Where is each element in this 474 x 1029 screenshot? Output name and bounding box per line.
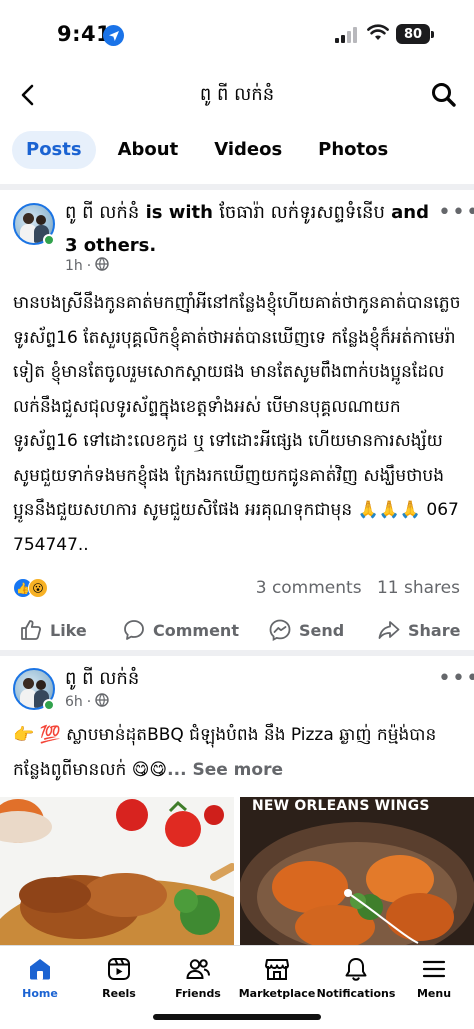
post-text: មានបងស្រីនឹងកូនគាត់មកញ៉ាំអីនៅកន្លែងខ្ញុំ… bbox=[13, 293, 461, 555]
share-button[interactable]: Share bbox=[377, 618, 460, 642]
comment-label: Comment bbox=[153, 620, 239, 640]
tab-photos[interactable]: Photos bbox=[304, 131, 402, 169]
share-arrow-icon bbox=[378, 621, 400, 639]
marketplace-icon bbox=[265, 959, 289, 980]
nav-home-label: Home bbox=[22, 987, 58, 1000]
photo-bbq-wings[interactable] bbox=[0, 797, 234, 947]
wow-reaction-icon: 😮 bbox=[28, 578, 48, 598]
more-options-icon[interactable]: ••• bbox=[438, 666, 474, 691]
friends-icon bbox=[186, 959, 210, 979]
bell-icon bbox=[345, 958, 367, 981]
nav-friends-label: Friends bbox=[175, 987, 221, 1000]
post-text: 👉 💯 ស្លាបមាន់ដុតBBQ ជំឡុងបំពង នឹង Pizza … bbox=[13, 718, 465, 787]
tab-about[interactable]: About bbox=[104, 131, 193, 169]
post-meta: 6h · bbox=[65, 693, 109, 711]
nav-reels-label: Reels bbox=[102, 987, 136, 1000]
meta-separator: · bbox=[86, 258, 92, 274]
section-divider bbox=[0, 650, 474, 656]
battery-icon: 80 bbox=[396, 24, 434, 44]
home-indicator[interactable] bbox=[153, 1014, 321, 1020]
comment-bubble-icon bbox=[124, 620, 144, 640]
send-button[interactable]: Send bbox=[268, 618, 344, 642]
share-label: Share bbox=[408, 620, 461, 640]
send-label: Send bbox=[299, 620, 345, 640]
menu-icon bbox=[422, 960, 446, 978]
profile-tabs: Posts About Videos Photos bbox=[12, 130, 410, 170]
photo-new-orleans-wings[interactable]: NEW ORLEANS WINGS bbox=[240, 797, 474, 947]
post-author[interactable]: ពូ ពី លក់នំ bbox=[65, 202, 139, 223]
nav-friends[interactable]: Friends bbox=[158, 956, 238, 1000]
reaction-icons[interactable]: 👍 😮 bbox=[13, 578, 48, 598]
tagged-user[interactable]: ចែធារ៉ា លក់ទូរសព្ទទំនើប bbox=[219, 202, 385, 223]
section-divider bbox=[0, 184, 474, 190]
online-status-dot bbox=[43, 699, 55, 711]
with-text: is with bbox=[139, 202, 220, 223]
post-photos: NEW ORLEANS WINGS bbox=[0, 797, 474, 947]
like-button[interactable]: Like bbox=[19, 618, 87, 642]
post-time[interactable]: 1h bbox=[65, 258, 83, 274]
reels-icon bbox=[108, 958, 130, 980]
globe-icon bbox=[95, 693, 109, 711]
battery-level: 80 bbox=[403, 26, 423, 42]
photo-caption: NEW ORLEANS WINGS bbox=[252, 798, 430, 814]
meta-separator: · bbox=[86, 694, 92, 710]
location-arrow-icon bbox=[103, 25, 124, 46]
home-icon bbox=[30, 959, 50, 980]
wifi-icon bbox=[367, 24, 389, 46]
see-more-link[interactable]: ... See more bbox=[167, 760, 283, 780]
messenger-icon bbox=[269, 619, 291, 641]
nav-menu[interactable]: Menu bbox=[394, 956, 474, 1000]
like-label: Like bbox=[50, 620, 87, 640]
nav-reels[interactable]: Reels bbox=[79, 956, 159, 1000]
online-status-dot bbox=[43, 234, 55, 246]
nav-marketplace-label: Marketplace bbox=[238, 987, 316, 1000]
shares-count[interactable]: 11 shares bbox=[377, 578, 460, 598]
nav-menu-label: Menu bbox=[416, 987, 452, 1000]
nav-marketplace[interactable]: Marketplace bbox=[237, 956, 317, 1000]
page-title: ពូ ពី លក់នំ bbox=[199, 84, 275, 105]
cellular-signal-icon bbox=[335, 27, 361, 43]
tab-posts[interactable]: Posts bbox=[12, 131, 96, 169]
post-time[interactable]: 6h bbox=[65, 694, 83, 710]
comment-button[interactable]: Comment bbox=[122, 618, 239, 642]
search-icon[interactable] bbox=[429, 80, 459, 110]
post-author-line: ពូ ពី លក់នំ is with ចែធារ៉ា លក់ទូរសព្ទទំ… bbox=[65, 196, 435, 262]
nav-notifications[interactable]: Notifications bbox=[316, 956, 396, 1000]
post-meta: 1h · bbox=[65, 257, 109, 275]
page-header: ពូ ពី លក់នំ bbox=[0, 68, 474, 122]
tab-videos[interactable]: Videos bbox=[200, 131, 296, 169]
status-bar: 9:41 80 bbox=[0, 0, 474, 68]
post-author[interactable]: ពូ ពី លក់នំ bbox=[65, 662, 435, 695]
globe-icon bbox=[95, 257, 109, 275]
engagement-counts: 3 comments 11 shares bbox=[256, 578, 460, 598]
nav-notifications-label: Notifications bbox=[316, 987, 396, 1000]
comments-count[interactable]: 3 comments bbox=[256, 578, 362, 598]
thumbs-up-icon bbox=[21, 620, 41, 640]
more-options-icon[interactable]: ••• bbox=[438, 200, 474, 225]
nav-home[interactable]: Home bbox=[0, 956, 80, 1000]
